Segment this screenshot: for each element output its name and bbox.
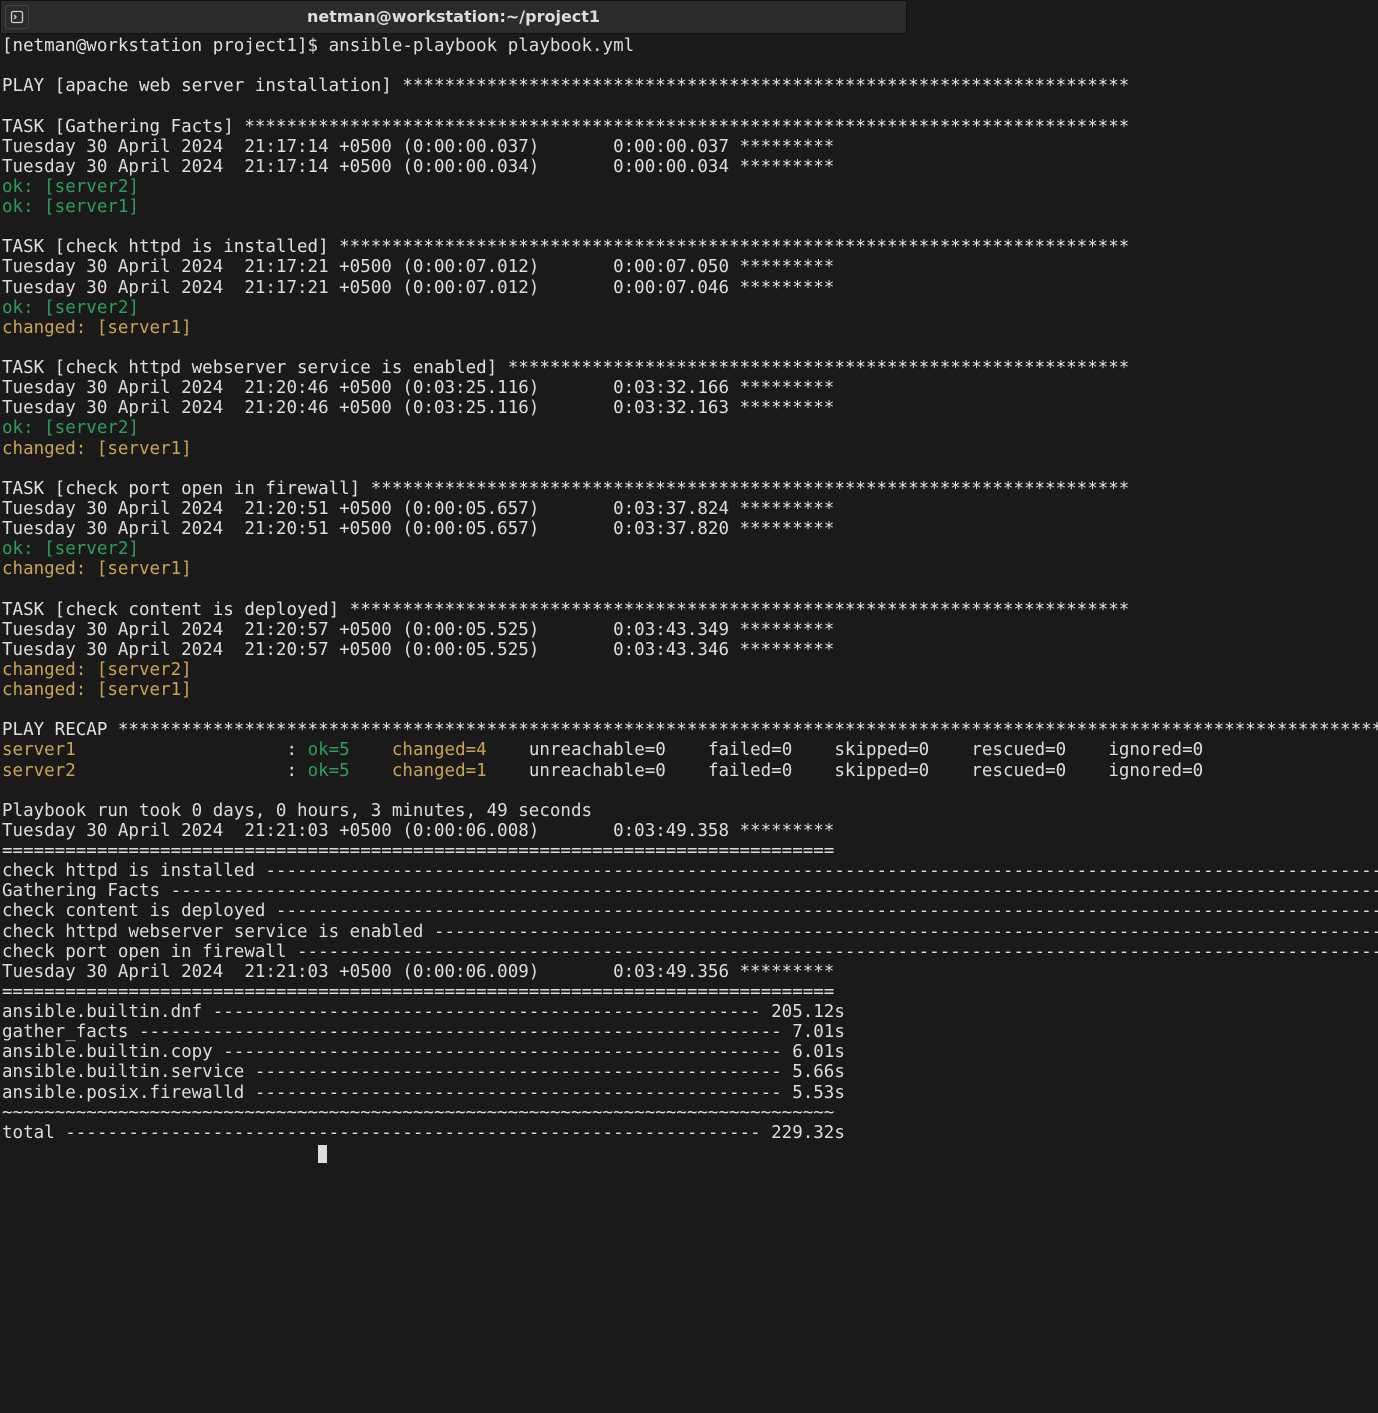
terminal-line: check httpd is installed ---------------… — [2, 861, 1378, 881]
terminal-line: ansible.builtin.copy -------------------… — [2, 1042, 1378, 1062]
terminal-line: Tuesday 30 April 2024 21:20:46 +0500 (0:… — [2, 398, 1378, 418]
terminal-line — [2, 459, 1378, 479]
terminal-line — [2, 96, 1378, 116]
terminal-line — [2, 781, 1378, 801]
terminal-line: ansible.builtin.service ----------------… — [2, 1062, 1378, 1082]
terminal-line — [2, 217, 1378, 237]
terminal-line — [2, 338, 1378, 358]
terminal-line: ok: [server2] — [2, 418, 1378, 438]
terminal-line: Tuesday 30 April 2024 21:21:03 +0500 (0:… — [2, 962, 1378, 982]
terminal-line: ok: [server2] — [2, 298, 1378, 318]
terminal-line — [2, 56, 1378, 76]
terminal-line: ========================================… — [2, 841, 1378, 861]
window-title: netman@workstation:~/project1 — [1, 8, 906, 26]
terminal-line: total ----------------------------------… — [2, 1123, 1378, 1143]
terminal-line: changed: [server1] — [2, 559, 1378, 579]
terminal-line: Tuesday 30 April 2024 21:21:03 +0500 (0:… — [2, 821, 1378, 841]
terminal-line: ========================================… — [2, 982, 1378, 1002]
terminal-line: ~~~~~~~~~~~~~~~~~~~~~~~~~~~~~~~~~~~~~~~~… — [2, 1103, 1378, 1123]
terminal-line: Tuesday 30 April 2024 21:20:57 +0500 (0:… — [2, 640, 1378, 660]
terminal-line — [2, 700, 1378, 720]
terminal-line: changed: [server1] — [2, 318, 1378, 338]
terminal-line: PLAY [apache web server installation] **… — [2, 76, 1378, 96]
terminal-line: TASK [check httpd is installed] ********… — [2, 237, 1378, 257]
terminal-line: ok: [server2] — [2, 177, 1378, 197]
terminal-line: Tuesday 30 April 2024 21:20:51 +0500 (0:… — [2, 519, 1378, 539]
terminal-line: Tuesday 30 April 2024 21:17:14 +0500 (0:… — [2, 137, 1378, 157]
terminal-line: Tuesday 30 April 2024 21:17:21 +0500 (0:… — [2, 278, 1378, 298]
terminal-line: PLAY RECAP *****************************… — [2, 720, 1378, 740]
terminal-line: changed: [server1] — [2, 439, 1378, 459]
terminal-output[interactable]: [netman@workstation project1]$ ansible-p… — [0, 34, 1378, 1163]
terminal-line: TASK [Gathering Facts] *****************… — [2, 117, 1378, 137]
terminal-line: Tuesday 30 April 2024 21:20:46 +0500 (0:… — [2, 378, 1378, 398]
terminal-line: Tuesday 30 April 2024 21:20:57 +0500 (0:… — [2, 620, 1378, 640]
terminal-line: TASK [check content is deployed] *******… — [2, 600, 1378, 620]
terminal-line: [netman@workstation project1]$ ansible-p… — [2, 36, 1378, 56]
terminal-line: ansible.posix.firewalld ----------------… — [2, 1083, 1378, 1103]
terminal-line: changed: [server1] — [2, 680, 1378, 700]
terminal-line: check content is deployed --------------… — [2, 901, 1378, 921]
terminal-line: gather_facts ---------------------------… — [2, 1022, 1378, 1042]
terminal-line: ok: [server2] — [2, 539, 1378, 559]
terminal-line: Gathering Facts ------------------------… — [2, 881, 1378, 901]
cursor-line — [2, 1143, 1378, 1163]
terminal-line: server2 : ok=5 changed=1 unreachable=0 f… — [2, 761, 1378, 781]
terminal-line: ok: [server1] — [2, 197, 1378, 217]
window-titlebar: netman@workstation:~/project1 — [0, 0, 907, 34]
terminal-line: Playbook run took 0 days, 0 hours, 3 min… — [2, 801, 1378, 821]
terminal-line — [2, 579, 1378, 599]
terminal-line: TASK [check port open in firewall] *****… — [2, 479, 1378, 499]
terminal-line: Tuesday 30 April 2024 21:17:14 +0500 (0:… — [2, 157, 1378, 177]
terminal-line: changed: [server2] — [2, 660, 1378, 680]
terminal-line: server1 : ok=5 changed=4 unreachable=0 f… — [2, 740, 1378, 760]
cursor — [318, 1145, 327, 1163]
terminal-line: Tuesday 30 April 2024 21:17:21 +0500 (0:… — [2, 257, 1378, 277]
terminal-line: TASK [check httpd webserver service is e… — [2, 358, 1378, 378]
terminal-line: check port open in firewall ------------… — [2, 942, 1378, 962]
terminal-line: ansible.builtin.dnf --------------------… — [2, 1002, 1378, 1022]
titlebar-menu-button[interactable] — [5, 5, 29, 29]
terminal-line: check httpd webserver service is enabled… — [2, 922, 1378, 942]
terminal-icon — [10, 10, 24, 24]
terminal-line: Tuesday 30 April 2024 21:20:51 +0500 (0:… — [2, 499, 1378, 519]
